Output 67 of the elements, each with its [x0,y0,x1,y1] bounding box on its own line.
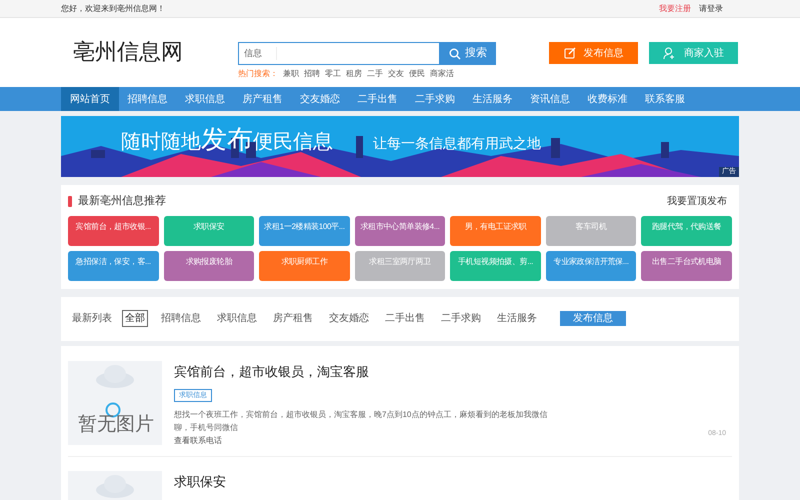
info-tile[interactable]: 客车司机 [546,216,636,246]
hot-search-link[interactable]: 租房 [346,68,362,80]
info-tile[interactable]: 急招保洁，保安，客... [68,250,159,280]
nav-tab[interactable]: 收费标准 [578,87,636,111]
nav-tab[interactable]: 求职信息 [176,87,234,111]
info-tile[interactable]: 求租三室两厅两卫 [354,250,446,280]
nav-tab[interactable]: 房产租售 [234,87,291,111]
banner-slogan: 让每一条信息都有用武之地 [373,134,541,153]
info-tile[interactable]: 求职厨师工作 [259,250,350,280]
nav-tab[interactable]: 招聘信息 [118,87,176,111]
filter-label: 最新列表 [72,312,112,326]
nav-tab[interactable]: 二手出售 [348,87,406,111]
greeting-text: 您好，欢迎来到亳州信息网！ [61,2,165,14]
user-add-icon [663,46,676,60]
filter-tab[interactable]: 交友婚恋 [326,310,372,327]
hot-search-link[interactable]: 便民 [409,68,425,80]
filter-tab[interactable]: 求职信息 [214,310,260,327]
nav-tab[interactable]: 网站首页 [61,87,118,111]
register-link[interactable]: 我要注册 [659,2,691,14]
hot-search-link[interactable]: 交友 [388,68,404,80]
banner-headline: 随时随地 [121,130,201,155]
info-tile[interactable]: 专业家政保洁开荒保... [546,250,636,280]
hot-search-link[interactable]: 二手 [367,68,383,80]
filter-tab[interactable]: 二手出售 [382,310,428,327]
filter-tab[interactable]: 二手求购 [438,310,484,327]
info-tile[interactable]: 出售二手台式机电脑 [641,250,732,280]
filter-tab[interactable]: 全部 [122,310,148,327]
post-info-button[interactable]: 发布信息 [549,42,638,64]
filter-tab[interactable]: 招聘信息 [158,310,204,327]
search-field[interactable]: 信息 [238,42,440,65]
info-tile[interactable]: 跑腿代驾，代购送餐 [641,216,732,246]
filter-tab[interactable]: 房产租售 [270,310,316,327]
site-logo[interactable]: 亳州信息网 [73,35,238,68]
contact-link[interactable]: 查看联系电话 [174,434,222,447]
info-tile[interactable]: 男，有电工证求职 [450,216,541,246]
post-info-button[interactable]: 发布信息 [560,311,626,326]
listing-title[interactable]: 宾馆前台，超市收银员，淘宝客服 [174,362,369,381]
info-tile[interactable]: 求租1一2楼精装100平... [259,216,350,246]
hot-search-link[interactable]: 零工 [325,68,341,80]
merchant-join-button[interactable]: 商家入驻 [649,42,738,64]
section-marker [68,196,72,207]
edit-icon [564,47,576,59]
nav-tab[interactable]: 交友婚恋 [291,87,348,111]
info-tile[interactable]: 求职保安 [164,216,254,246]
login-link[interactable]: 请登录 [699,2,723,14]
section-title: 最新亳州信息推荐 [78,194,166,209]
banner-headline: 便民信息 [253,130,333,155]
nav-tab[interactable]: 资讯信息 [521,87,578,111]
search-button[interactable]: 搜索 [440,42,496,65]
top-post-link[interactable]: 我要置顶发布 [667,194,732,209]
info-tile[interactable]: 求购报废轮胎 [164,250,254,280]
search-icon [449,48,461,60]
nav-tab[interactable]: 联系客服 [636,87,694,111]
filter-tab[interactable]: 生活服务 [494,310,540,327]
listing-description: 想找一个夜班工作，宾馆前台，超市收银员，淘宝客服，晚7点到10点的钟点工，麻烦看到的老板加我微信聊，手机号同微信 [174,409,548,434]
info-tile[interactable]: 求租市中心简单装修4... [354,216,446,246]
nav-tab[interactable]: 二手求购 [406,87,464,111]
nav-tab[interactable]: 生活服务 [464,87,521,111]
hot-search-link[interactable]: 招聘 [304,68,320,80]
hot-search-label: 热门搜索： [238,68,278,80]
hot-search-link[interactable]: 兼职 [283,68,299,80]
info-tile[interactable]: 宾馆前台，超市收银... [68,216,159,246]
info-tile[interactable]: 手机短视频拍摄、剪... [450,250,541,280]
placeholder-text: 暂无图片 [78,412,154,436]
hot-search-link[interactable]: 商家活 [430,68,454,80]
banner-headline: 发布 [201,123,253,156]
listing-title[interactable]: 求职保安 [174,472,226,491]
